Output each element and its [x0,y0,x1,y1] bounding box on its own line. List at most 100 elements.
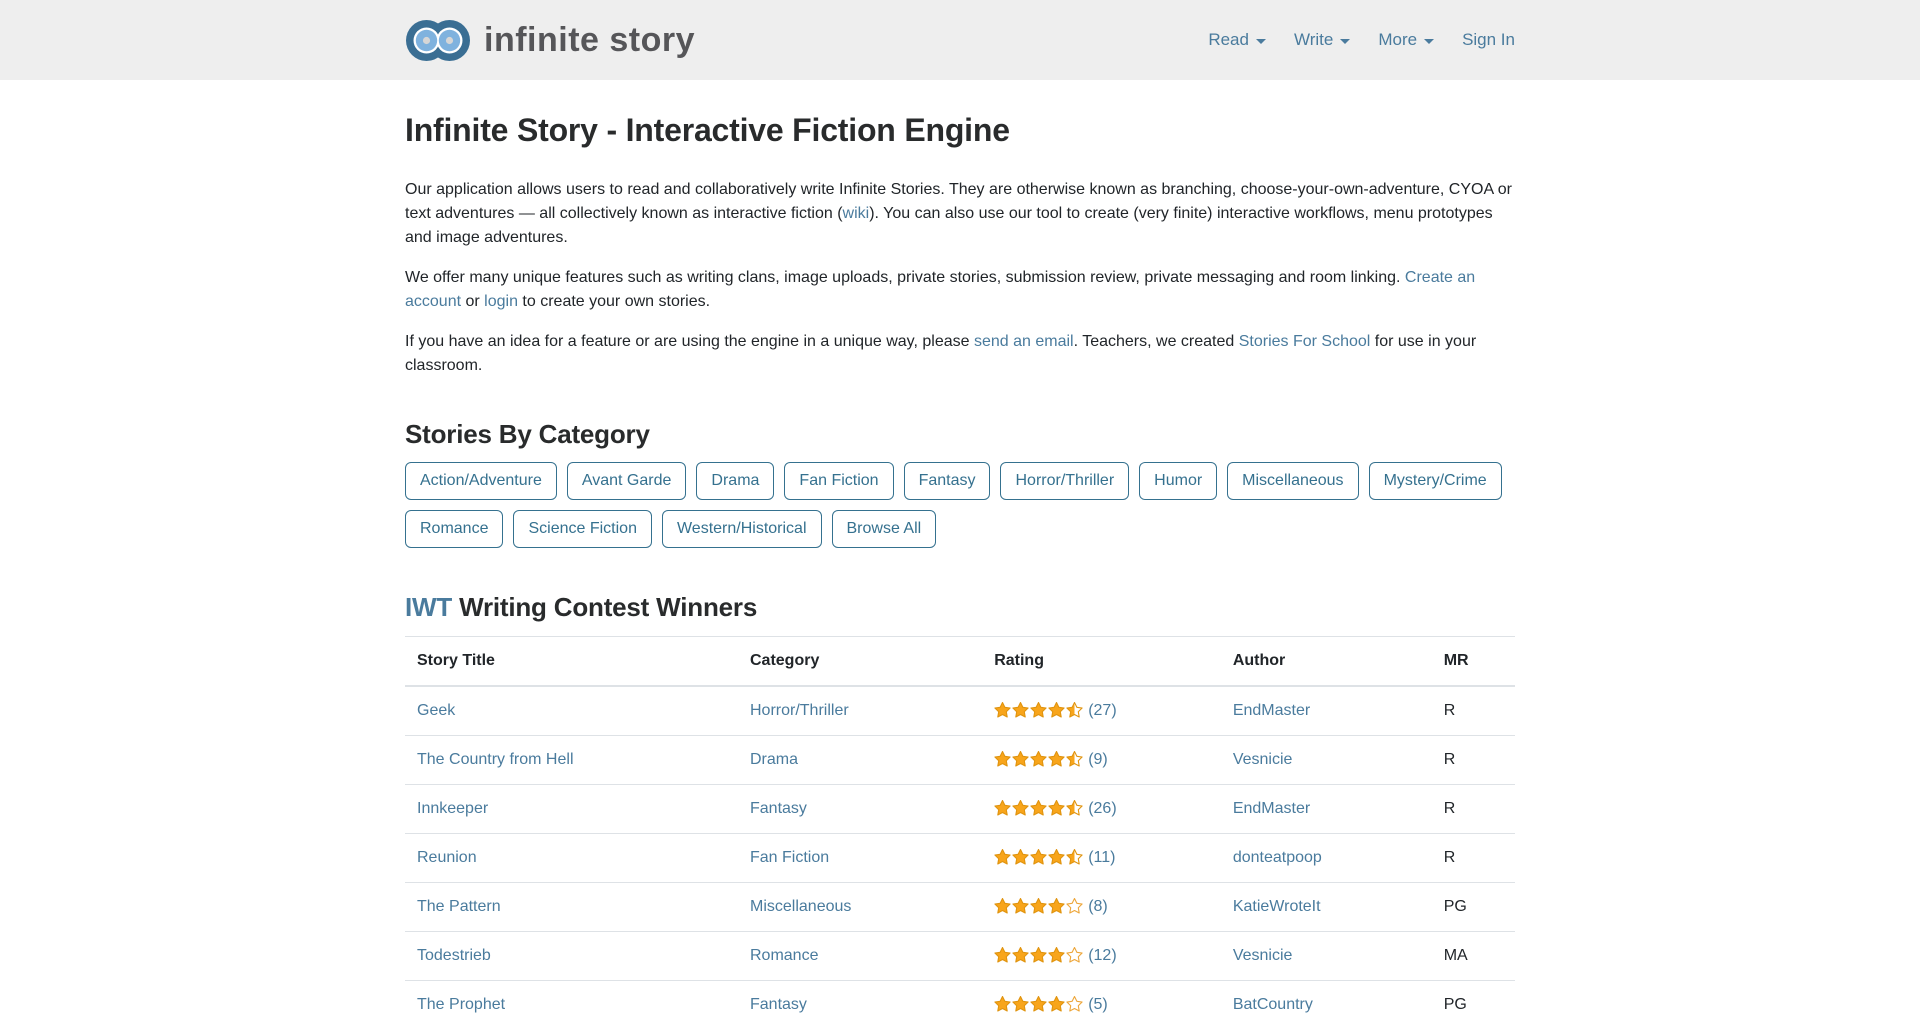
star-full-icon [994,898,1011,914]
story-title-cell: Reunion [405,834,738,883]
iwt-link[interactable]: IWT [405,592,452,622]
category-link[interactable]: Fantasy [750,996,807,1013]
category-button-drama[interactable]: Drama [696,462,774,500]
star-full-icon [1012,947,1029,963]
author-cell: EndMaster [1221,785,1432,834]
category-cell: Romance [738,932,982,981]
category-link[interactable]: Horror/Thriller [750,702,849,719]
inline-link-wiki[interactable]: wiki [843,205,870,222]
star-full-icon [1048,800,1065,816]
star-full-icon [1030,800,1047,816]
column-header-mr: MR [1432,637,1515,687]
category-button-action-adventure[interactable]: Action/Adventure [405,462,557,500]
star-rating [994,898,1083,914]
rating-cell: (8) [982,883,1221,932]
star-full-icon [1030,898,1047,914]
category-button-science-fiction[interactable]: Science Fiction [513,510,652,548]
nav-item-more[interactable]: More [1378,27,1434,53]
page-title: Infinite Story - Interactive Fiction Eng… [405,106,1515,154]
author-link[interactable]: donteatpoop [1233,849,1322,866]
chevron-down-icon [1424,39,1434,44]
category-cell: Fan Fiction [738,834,982,883]
category-cell: Fantasy [738,981,982,1029]
star-full-icon [994,800,1011,816]
star-empty-icon [1066,947,1083,963]
chevron-down-icon [1340,39,1350,44]
mr-rating: PG [1432,883,1515,932]
star-rating [994,751,1083,767]
nav-item-label: Read [1208,27,1249,53]
category-button-western-historical[interactable]: Western/Historical [662,510,822,548]
category-button-humor[interactable]: Humor [1139,462,1217,500]
category-button-browse-all[interactable]: Browse All [832,510,937,548]
category-button-miscellaneous[interactable]: Miscellaneous [1227,462,1358,500]
story-title-link[interactable]: The Country from Hell [417,751,574,768]
star-empty-icon [1066,996,1083,1012]
star-full-icon [1030,849,1047,865]
mr-rating: R [1432,686,1515,736]
story-title-link[interactable]: Reunion [417,849,477,866]
nav-item-read[interactable]: Read [1208,27,1266,53]
star-half-icon [1066,751,1083,767]
rating-count-link[interactable]: (9) [1088,751,1108,768]
nav-item-sign-in[interactable]: Sign In [1462,27,1515,53]
category-link[interactable]: Drama [750,751,798,768]
story-title-cell: The Pattern [405,883,738,932]
star-full-icon [1012,751,1029,767]
author-link[interactable]: Vesnicie [1233,947,1293,964]
author-link[interactable]: BatCountry [1233,996,1313,1013]
rating-count-link[interactable]: (12) [1088,947,1116,964]
category-button-romance[interactable]: Romance [405,510,503,548]
rating-cell: (11) [982,834,1221,883]
story-title-link[interactable]: The Pattern [417,898,501,915]
author-link[interactable]: EndMaster [1233,702,1310,719]
rating-count-link[interactable]: (8) [1088,898,1108,915]
inline-link-stories-for-school[interactable]: Stories For School [1239,333,1371,350]
rating-count-link[interactable]: (26) [1088,800,1116,817]
story-title-link[interactable]: Geek [417,702,455,719]
star-rating [994,800,1083,816]
category-link[interactable]: Fantasy [750,800,807,817]
star-full-icon [994,849,1011,865]
story-title-link[interactable]: The Prophet [417,996,505,1013]
intro-paragraph-1: Our application allows users to read and… [405,178,1515,250]
star-full-icon [1012,849,1029,865]
nav-item-label: Write [1294,27,1333,53]
inline-link-create-an-account[interactable]: Create an account [405,269,1475,310]
category-link[interactable]: Romance [750,947,818,964]
inline-link-login[interactable]: login [484,293,518,310]
main-content: Infinite Story - Interactive Fiction Eng… [405,106,1515,1029]
star-full-icon [1012,702,1029,718]
author-cell: KatieWroteIt [1221,883,1432,932]
inline-link-send-an-email[interactable]: send an email [974,333,1074,350]
star-half-icon [1066,849,1083,865]
category-button-mystery-crime[interactable]: Mystery/Crime [1369,462,1502,500]
categories-heading: Stories By Category [405,415,1515,454]
logo[interactable]: infinite story [405,15,695,66]
author-link[interactable]: Vesnicie [1233,751,1293,768]
category-button-fan-fiction[interactable]: Fan Fiction [784,462,893,500]
rating-count-link[interactable]: (11) [1088,849,1115,866]
author-cell: EndMaster [1221,686,1432,736]
star-full-icon [1048,898,1065,914]
category-link[interactable]: Fan Fiction [750,849,829,866]
star-full-icon [1012,996,1029,1012]
star-rating [994,947,1083,963]
category-link[interactable]: Miscellaneous [750,898,851,915]
column-header-story-title: Story Title [405,637,738,687]
star-full-icon [994,702,1011,718]
category-button-fantasy[interactable]: Fantasy [904,462,991,500]
story-title-link[interactable]: Todestrieb [417,947,491,964]
rating-cell: (12) [982,932,1221,981]
story-title-link[interactable]: Innkeeper [417,800,488,817]
category-button-horror-thriller[interactable]: Horror/Thriller [1000,462,1129,500]
rating-count-link[interactable]: (5) [1088,996,1108,1013]
category-cell: Horror/Thriller [738,686,982,736]
author-link[interactable]: EndMaster [1233,800,1310,817]
story-title-cell: Todestrieb [405,932,738,981]
nav-item-write[interactable]: Write [1294,27,1350,53]
category-button-avant-garde[interactable]: Avant Garde [567,462,687,500]
star-rating [994,849,1083,865]
rating-count-link[interactable]: (27) [1088,702,1116,719]
author-link[interactable]: KatieWroteIt [1233,898,1321,915]
